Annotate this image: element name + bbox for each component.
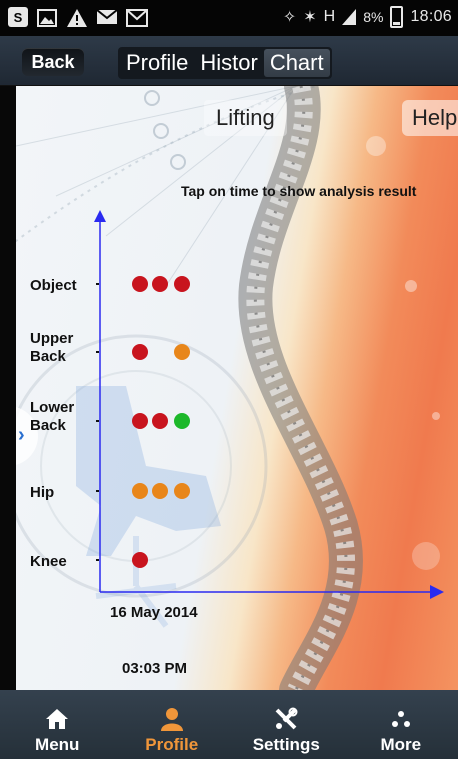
notification-s-icon: S — [8, 7, 28, 27]
tab-history[interactable]: Histor — [194, 49, 263, 77]
risk-dot-red — [132, 413, 148, 429]
chart-date-label[interactable]: 16 May 2014 — [110, 604, 198, 621]
risk-dot-red — [174, 276, 190, 292]
network-type-icon: H — [323, 8, 336, 25]
clock: 18:06 — [410, 8, 452, 25]
x-axis-arrow — [430, 585, 444, 599]
gmail-icon — [126, 7, 148, 29]
risk-dot-red — [132, 276, 148, 292]
chart-screen: Lifting Help Tap on time to show analysi… — [16, 86, 458, 690]
y-label: Hip — [30, 484, 55, 501]
y-label: Knee — [30, 553, 67, 570]
more-dots-icon — [389, 703, 413, 735]
battery-icon — [390, 6, 404, 28]
notification-icons: S — [8, 7, 148, 29]
vibrate-icon: ✧ — [282, 9, 297, 26]
app-header: Back Profile Histor Chart — [0, 36, 458, 86]
tab-chart[interactable]: Chart — [263, 49, 330, 77]
risk-dot-red — [152, 276, 168, 292]
person-icon — [160, 703, 184, 735]
risk-chart — [94, 210, 444, 599]
nav-menu[interactable]: Menu — [0, 690, 115, 759]
risk-dot-red — [132, 552, 148, 568]
status-indicators: ✧ ✶ H 8% 18:06 — [283, 6, 452, 28]
status-bar: S ✧ ✶ H 8% 18:06 — [0, 0, 458, 36]
nav-more[interactable]: More — [344, 690, 458, 759]
tab-bar: Profile Histor Chart — [118, 47, 332, 79]
bottom-nav: Menu Profile Settings More — [0, 690, 458, 759]
image-icon — [36, 7, 58, 29]
risk-dot-green — [174, 413, 190, 429]
risk-dot-red — [132, 344, 148, 360]
back-button[interactable]: Back — [22, 48, 84, 76]
risk-dot-orange — [174, 483, 190, 499]
risk-dot-orange — [152, 483, 168, 499]
nav-settings-label: Settings — [252, 735, 320, 754]
risk-dot-red — [152, 413, 168, 429]
chart-time-label[interactable]: 03:03 PM — [122, 660, 187, 677]
tools-icon — [274, 703, 298, 735]
y-label: Object — [30, 277, 77, 294]
bluetooth-icon: ✶ — [303, 9, 317, 26]
nav-more-label: More — [380, 735, 422, 754]
left-edge — [0, 86, 16, 690]
y-axis-arrow — [94, 210, 106, 222]
nav-profile-label: Profile — [145, 735, 199, 754]
nav-menu-label: Menu — [35, 735, 80, 754]
message-icon — [96, 7, 118, 29]
warning-icon — [66, 7, 88, 29]
y-label: Upper Back — [30, 330, 74, 365]
home-icon — [45, 703, 69, 735]
risk-dot-orange — [174, 344, 190, 360]
tab-profile[interactable]: Profile — [120, 49, 194, 77]
nav-profile[interactable]: Profile — [115, 690, 230, 759]
nav-settings[interactable]: Settings — [229, 690, 344, 759]
signal-icon — [342, 9, 357, 25]
battery-percent: 8% — [363, 9, 384, 25]
risk-dot-orange — [132, 483, 148, 499]
y-label: Lower Back — [30, 399, 75, 434]
